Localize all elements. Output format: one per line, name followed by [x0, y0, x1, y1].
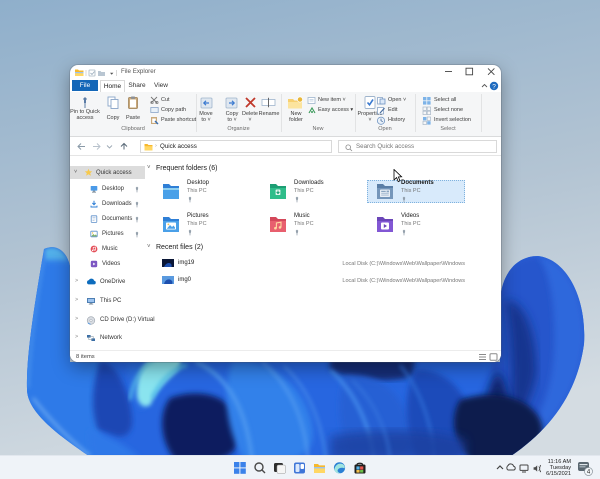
svg-text:?: ? — [492, 83, 496, 90]
